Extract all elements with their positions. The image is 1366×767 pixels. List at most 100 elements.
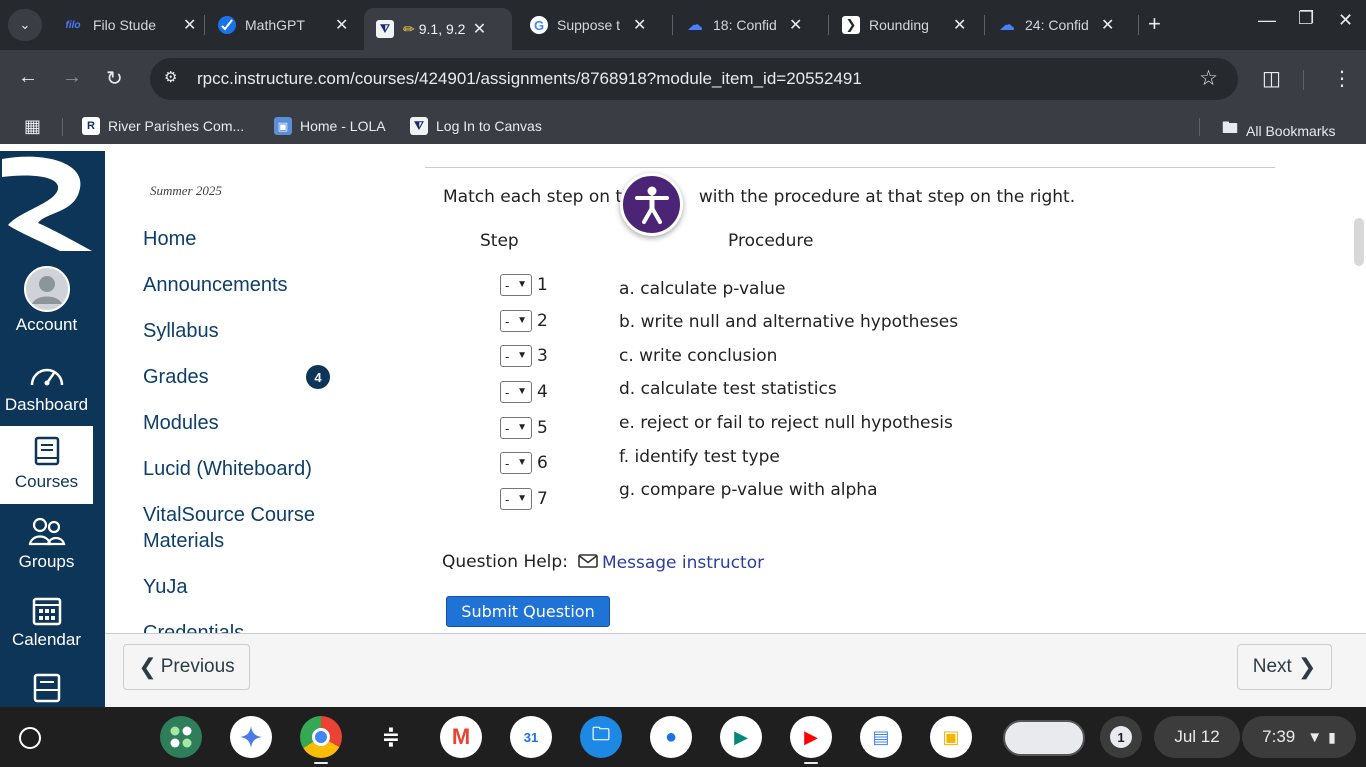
course-nav-lucid[interactable]: Lucid (Whiteboard) [143,456,383,482]
nav-dashboard[interactable]: Dashboard [0,349,93,427]
bookmark-lola[interactable]: ▣ Home - LOLA [274,117,386,135]
close-icon[interactable]: ✕ [953,15,966,35]
step-6-select[interactable]: - ▼ [500,452,532,474]
course-nav-credentials[interactable]: Credentials [143,620,383,633]
step-4-select[interactable]: - ▼ [500,381,532,403]
avatar-icon [23,266,70,312]
close-icon[interactable]: ✕ [473,19,486,39]
tab-filo[interactable]: filo Filo Stude ✕ [50,8,208,42]
step-1-select[interactable]: - ▼ [500,274,532,296]
course-nav-yuja[interactable]: YuJa [143,574,383,600]
step-7-select[interactable]: - ▼ [500,488,532,510]
tab-rounding[interactable]: ❯ Rounding ✕ [830,8,978,42]
course-nav-home[interactable]: Home [143,226,383,252]
messages-icon[interactable]: ● [650,716,692,758]
nav-calendar[interactable]: Calendar [0,584,93,662]
step-3-select[interactable]: - ▼ [500,345,532,367]
nav-inbox[interactable] [0,662,93,707]
files-icon[interactable]: 🗀 [580,716,622,758]
bookmark-star-icon[interactable]: ☆ [1199,66,1218,91]
close-icon[interactable]: ✕ [1101,15,1114,35]
all-bookmarks-button[interactable]: 🖿 All Bookmarks [1222,117,1335,144]
gemini-icon[interactable] [230,716,272,758]
instruction-part: with the procedure at that step on the r… [698,187,1076,207]
tab-title: Filo Stude [93,17,157,33]
tab-search-button[interactable]: ⌄ [8,9,42,41]
course-nav-modules[interactable]: Modules [143,410,383,436]
bookmark-rpcc[interactable]: R River Parishes Com... [82,117,244,135]
minimize-icon[interactable]: — [1258,10,1276,31]
select-value: - [505,348,510,364]
cast-icon[interactable]: ≑ [370,716,412,758]
select-value: - [505,277,510,293]
toolbar-divider [1303,70,1304,90]
reload-icon[interactable]: ↻ [106,66,123,91]
close-icon[interactable]: ✕ [183,15,196,35]
course-nav-vitalsource[interactable]: VitalSource Course Materials [143,502,383,554]
nav-label: Groups [18,552,75,571]
gmail-icon[interactable]: M [440,716,482,758]
restore-icon[interactable]: ❐ [1298,8,1314,29]
message-instructor-link[interactable]: Message instructor [602,553,764,573]
nav-groups[interactable]: Groups [0,506,93,584]
slides-icon[interactable]: ▣ [930,716,972,758]
new-tab-button[interactable]: + [1148,12,1161,36]
dashboard-icon [30,368,63,386]
procedure-item: a. calculate p-value [619,279,786,299]
launcher-icon[interactable] [19,727,41,749]
site-info-icon[interactable]: ⚙ [164,68,177,86]
url-text[interactable]: rpcc.instructure.com/courses/424901/assi… [197,69,862,89]
time-label: 7:39 [1262,727,1296,746]
close-window-icon[interactable]: ✕ [1338,10,1353,31]
tab-confid-18[interactable]: ☁ 18: Confid ✕ [674,8,814,42]
nav-account[interactable]: Account [0,261,93,339]
submit-question-button[interactable]: Submit Question [446,596,610,627]
back-icon[interactable]: ← [18,66,38,89]
rpcc-logo[interactable] [0,151,93,254]
tab-confid-24[interactable]: ☁ 24: Confid ✕ [986,8,1126,42]
page-scrollbar[interactable] [1354,218,1364,266]
step-5-select[interactable]: - ▼ [500,417,532,439]
forward-icon[interactable]: → [62,66,82,89]
wifi-icon: ▼ [1307,728,1323,746]
date-tray[interactable]: Jul 12 [1154,716,1240,758]
address-bar[interactable]: ⚙ rpcc.instructure.com/courses/424901/as… [150,58,1238,100]
google-calendar-icon[interactable]: 31 [510,716,552,758]
question-area: Match each step on th with the procedure … [405,151,1350,633]
course-nav-grades[interactable]: Grades [143,364,383,390]
app-grid-icon[interactable] [160,716,202,758]
bookmarks-divider [62,118,63,136]
next-button[interactable]: Next ❯ [1237,644,1332,690]
step-number: 7 [537,489,548,509]
rpcc-icon: R [82,117,100,135]
step-2-select[interactable]: - ▼ [500,310,532,332]
procedure-item: d. calculate test statistics [619,379,837,399]
course-nav-announcements[interactable]: Announcements [143,272,383,298]
step-number: 2 [537,311,548,331]
cloud-icon: ☁ [999,17,1015,34]
running-indicator [314,762,328,764]
close-icon[interactable]: ✕ [633,15,646,35]
nav-courses[interactable]: Courses [0,426,93,504]
docs-icon[interactable]: ▤ [860,716,902,758]
tab-google[interactable]: G Suppose t ✕ [518,8,658,42]
status-tray[interactable]: 7:39 ▼ ▮ [1242,716,1356,758]
extensions-icon[interactable]: ◫ [1262,66,1281,91]
menu-icon[interactable]: ⋮ [1332,66,1352,91]
youtube-icon[interactable]: ▶ [790,716,832,758]
bookmark-canvas-login[interactable]: ⧨ Log In to Canvas [410,117,542,135]
course-nav-syllabus[interactable]: Syllabus [143,318,383,344]
close-icon[interactable]: ✕ [335,15,348,35]
accessibility-button[interactable] [620,173,683,236]
meet-icon[interactable]: ▶ [720,716,762,758]
close-icon[interactable]: ✕ [789,15,802,35]
notification-button[interactable]: 1 [1100,716,1142,758]
step-number: 1 [537,275,548,295]
tote-thumbnail[interactable] [1003,720,1085,756]
lola-icon: ▣ [274,117,292,135]
tab-assignment-active[interactable]: ⧨ ✏ 9.1, 9.2 ✕ [364,8,512,50]
chrome-icon[interactable] [300,716,342,758]
previous-button[interactable]: ❮ Previous [123,644,250,690]
tab-mathgpt[interactable]: MathGPT ✕ [206,8,360,42]
apps-grid-icon[interactable]: ▦ [24,116,41,137]
